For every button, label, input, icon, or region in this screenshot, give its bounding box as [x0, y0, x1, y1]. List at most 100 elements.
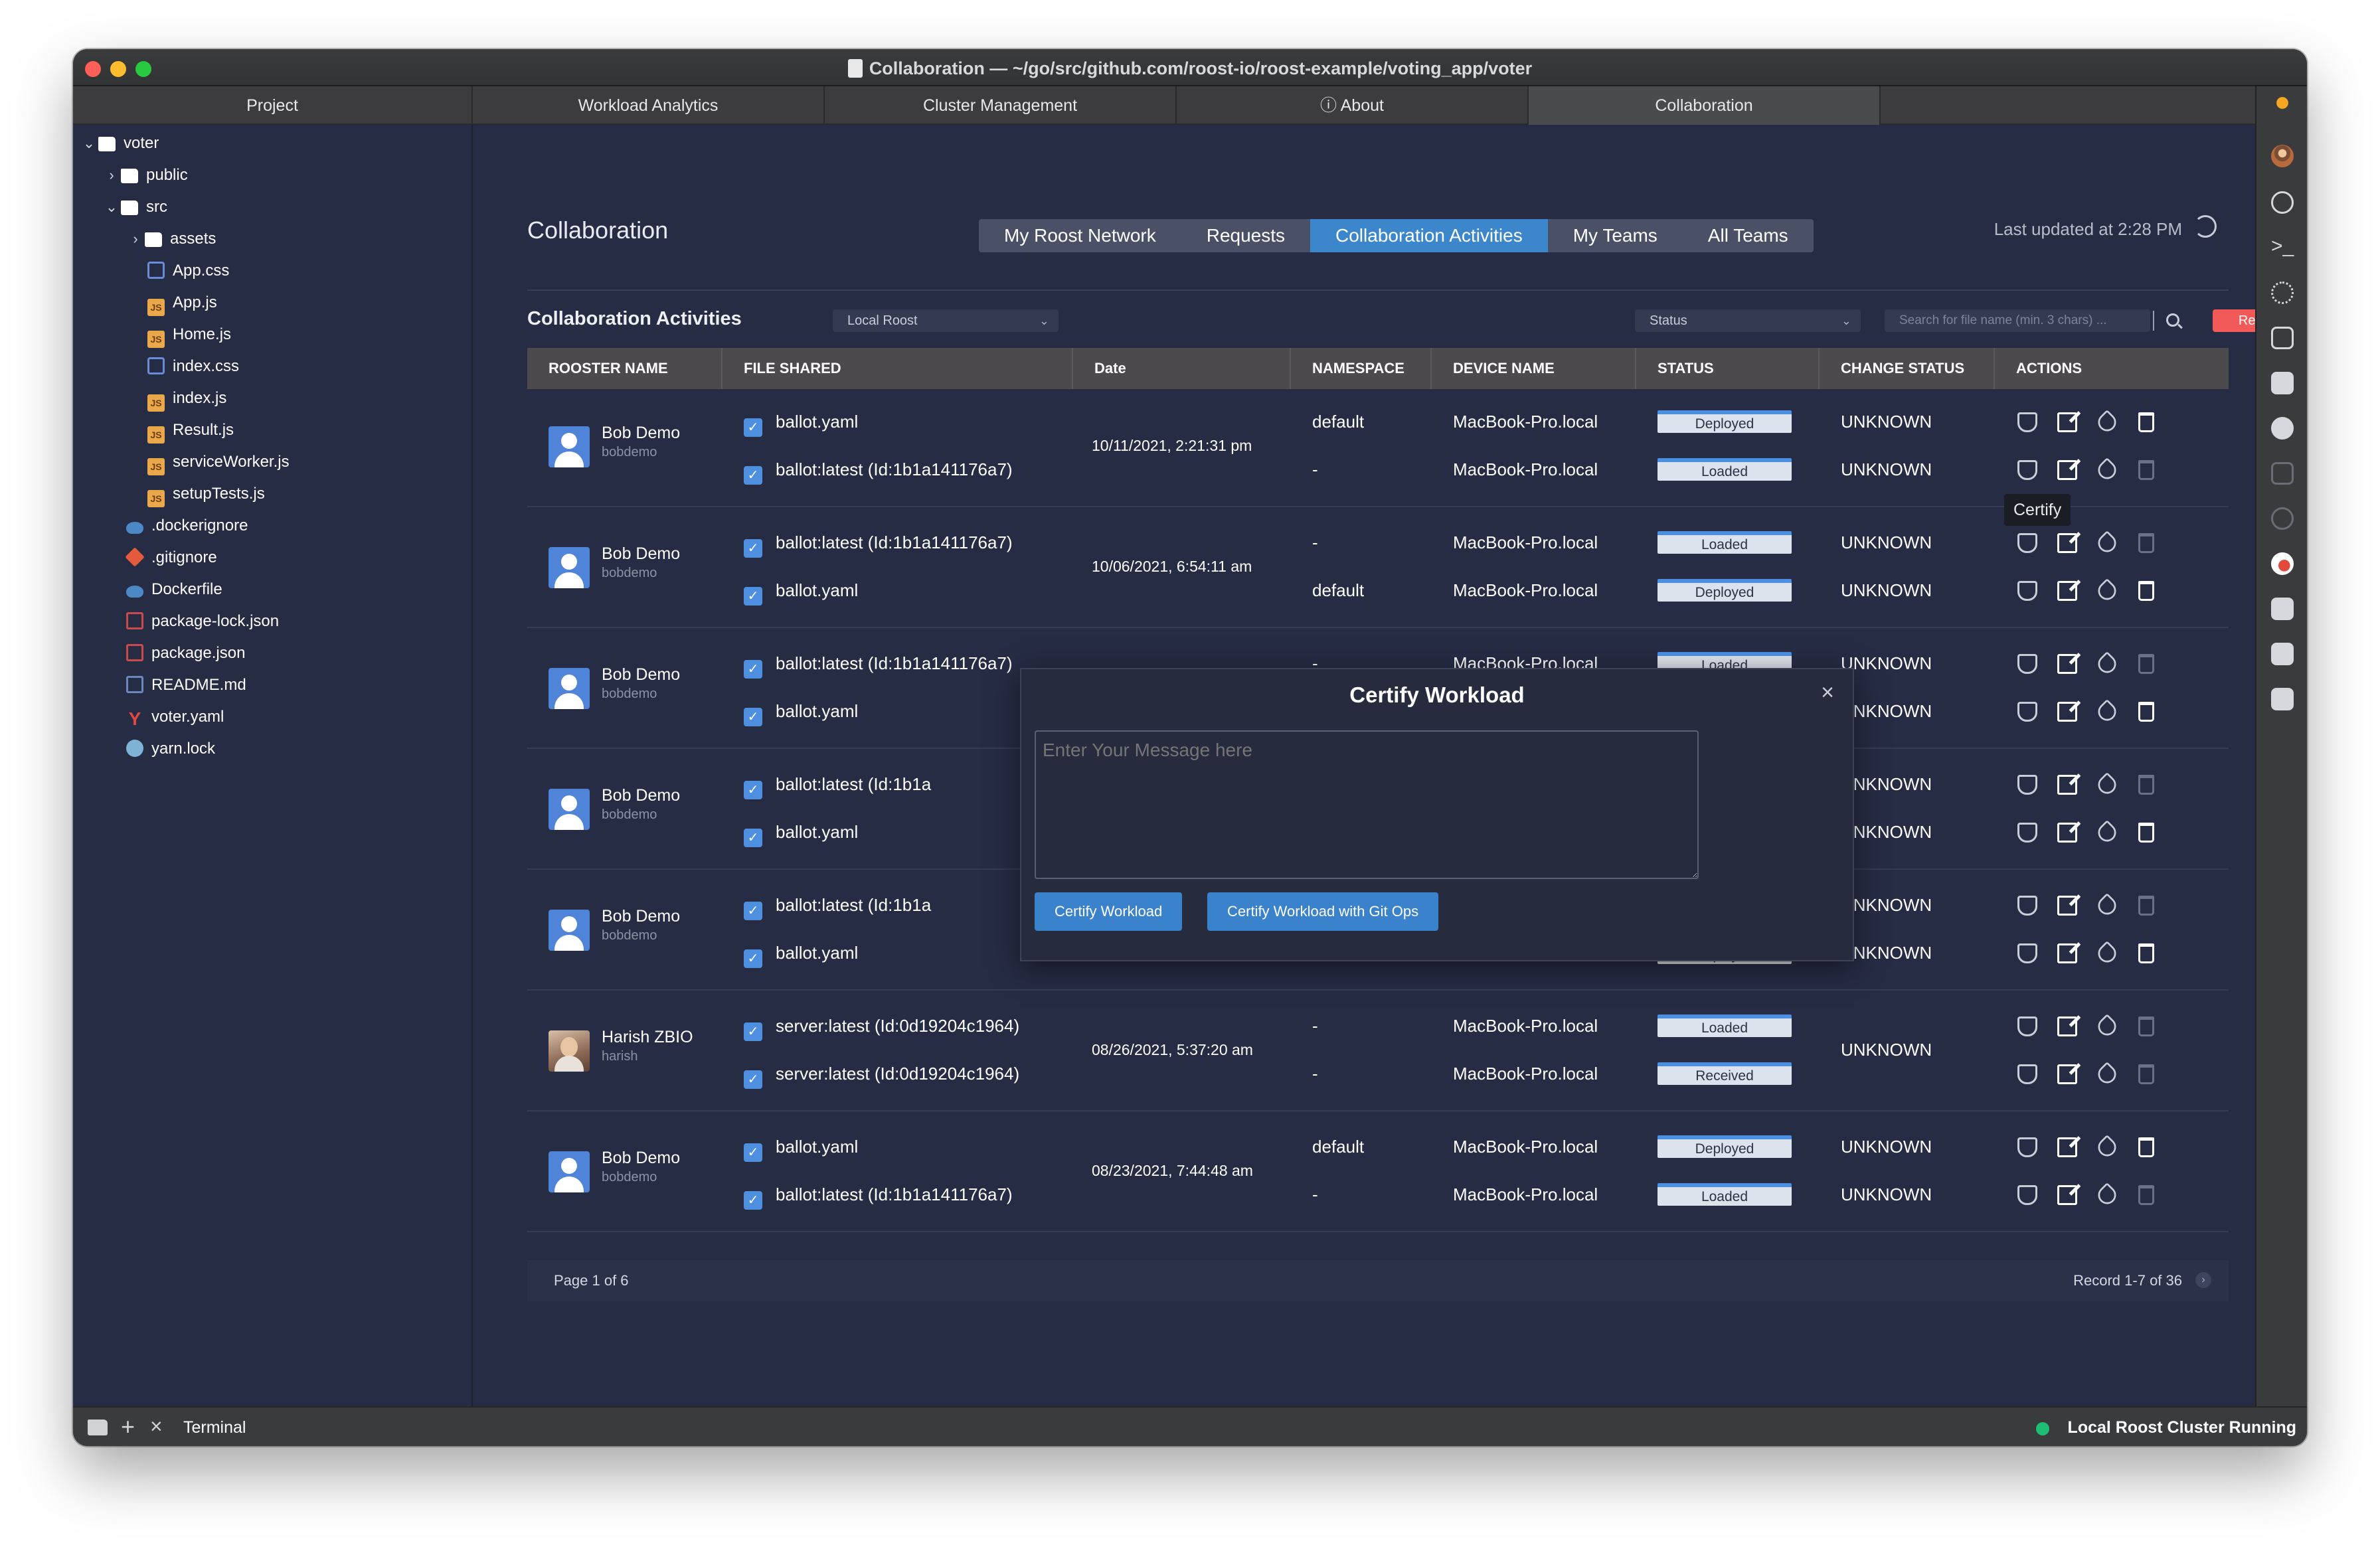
tab-collaboration[interactable]: Collaboration — [1529, 86, 1881, 125]
tree-item-voter[interactable]: ⌄ voter — [80, 130, 159, 157]
deploy-rocket-icon[interactable] — [2094, 892, 2120, 919]
edit-icon[interactable] — [2057, 896, 2077, 916]
delete-trash-icon[interactable] — [2138, 654, 2154, 674]
tree-item-serviceworker-js[interactable]: JS serviceWorker.js — [147, 449, 290, 475]
checkbox-icon[interactable]: ✓ — [744, 660, 762, 679]
tree-item-index-js[interactable]: JS index.js — [147, 385, 226, 412]
checkbox-icon[interactable]: ✓ — [744, 1070, 762, 1089]
tab-my-teams[interactable]: My Teams — [1548, 219, 1683, 252]
delete-trash-icon[interactable] — [2138, 412, 2154, 432]
delete-trash-icon[interactable] — [2138, 1185, 2154, 1205]
column-header[interactable]: NAMESPACE — [1291, 348, 1432, 389]
certify-shield-icon[interactable] — [2017, 702, 2037, 722]
deploy-rocket-icon[interactable] — [2094, 698, 2120, 725]
edit-icon[interactable] — [2057, 943, 2077, 963]
edit-icon[interactable] — [2057, 581, 2077, 601]
column-header[interactable]: STATUS — [1636, 348, 1820, 389]
checkbox-icon[interactable]: ✓ — [744, 708, 762, 726]
deploy-rocket-icon[interactable] — [2094, 1182, 2120, 1208]
certify-shield-icon[interactable] — [2017, 533, 2037, 553]
add-terminal-icon[interactable]: + — [121, 1413, 135, 1441]
tree-item-package-lock-json[interactable]: package-lock.json — [126, 608, 279, 635]
tree-item-src[interactable]: ⌄ src — [102, 194, 167, 220]
sync-icon[interactable] — [2271, 327, 2294, 349]
tab-my-roost-network[interactable]: My Roost Network — [979, 219, 1181, 252]
deploy-rocket-icon[interactable] — [2094, 940, 2120, 967]
certify-shield-icon[interactable] — [2017, 1064, 2037, 1084]
certify-shield-icon[interactable] — [2017, 1137, 2037, 1157]
edit-icon[interactable] — [2057, 823, 2077, 843]
stop-icon[interactable] — [2271, 191, 2294, 214]
checkbox-icon[interactable]: ✓ — [744, 1022, 762, 1041]
edit-icon[interactable] — [2057, 1137, 2077, 1157]
column-header[interactable]: ROOSTER NAME — [527, 348, 722, 389]
tree-item-app-css[interactable]: App.css — [147, 258, 229, 284]
terminal-label[interactable]: Terminal — [183, 1418, 246, 1437]
certify-shield-icon[interactable] — [2017, 1016, 2037, 1036]
chevron-right-icon[interactable]: › — [2195, 1272, 2211, 1288]
avatar[interactable] — [2271, 145, 2294, 167]
cloud-icon[interactable] — [2271, 462, 2294, 485]
network-icon[interactable] — [2271, 282, 2294, 304]
checkbox-icon[interactable]: ✓ — [744, 539, 762, 558]
settings-icon[interactable] — [2271, 417, 2294, 440]
certify-shield-icon[interactable] — [2017, 823, 2037, 843]
edit-icon[interactable] — [2057, 460, 2077, 480]
tree-item-yarn-lock[interactable]: yarn.lock — [126, 736, 215, 762]
tab-about[interactable]: ⓘ About — [1177, 86, 1529, 125]
checkbox-icon[interactable]: ✓ — [744, 418, 762, 437]
delete-trash-icon[interactable] — [2138, 460, 2154, 480]
tree-item-dockerignore[interactable]: .dockerignore — [126, 513, 248, 539]
deploy-rocket-icon[interactable] — [2094, 1134, 2120, 1161]
roost-logo-icon[interactable] — [2271, 92, 2294, 114]
tab-project[interactable]: Project — [73, 86, 473, 125]
document-icon[interactable] — [2271, 643, 2294, 665]
edit-icon[interactable] — [2057, 1064, 2077, 1084]
tree-item-app-js[interactable]: JS App.js — [147, 289, 217, 316]
chart-icon[interactable] — [2271, 372, 2294, 394]
certify-shield-icon[interactable] — [2017, 1185, 2037, 1205]
tab-requests[interactable]: Requests — [1181, 219, 1310, 252]
delete-trash-icon[interactable] — [2138, 1064, 2154, 1084]
close-icon[interactable]: × — [1821, 680, 1834, 706]
tab-all-teams[interactable]: All Teams — [1683, 219, 1814, 252]
checkbox-icon[interactable]: ✓ — [744, 1191, 762, 1210]
folder-icon[interactable] — [2271, 598, 2294, 620]
edit-icon[interactable] — [2057, 775, 2077, 795]
deploy-rocket-icon[interactable] — [2094, 409, 2120, 436]
column-header[interactable]: ACTIONS — [1995, 348, 2229, 389]
tree-item-dockerfile[interactable]: Dockerfile — [126, 576, 222, 603]
delete-trash-icon[interactable] — [2138, 823, 2154, 843]
deploy-rocket-icon[interactable] — [2094, 457, 2120, 483]
certify-shield-icon[interactable] — [2017, 943, 2037, 963]
tree-item-package-json[interactable]: package.json — [126, 640, 245, 667]
checkbox-icon[interactable]: ✓ — [744, 949, 762, 968]
tree-item-public[interactable]: › public — [102, 162, 187, 189]
tree-item-setuptests-js[interactable]: JS setupTests.js — [147, 481, 265, 507]
deploy-rocket-icon[interactable] — [2094, 819, 2120, 846]
certify-shield-icon[interactable] — [2017, 412, 2037, 432]
tree-item-gitignore[interactable]: .gitignore — [125, 544, 217, 571]
certify-shield-icon[interactable] — [2017, 460, 2037, 480]
tree-item-result-js[interactable]: JS Result.js — [147, 417, 234, 444]
folder-icon[interactable] — [88, 1420, 108, 1435]
edit-icon[interactable] — [2057, 1016, 2077, 1036]
certify-shield-icon[interactable] — [2017, 654, 2037, 674]
edit-icon[interactable] — [2057, 412, 2077, 432]
tab-collaboration-activities[interactable]: Collaboration Activities — [1310, 219, 1548, 252]
checkbox-icon[interactable]: ✓ — [744, 902, 762, 920]
tree-item-voter-yaml[interactable]: Yvoter.yaml — [126, 704, 224, 730]
deploy-rocket-icon[interactable] — [2094, 772, 2120, 798]
tree-item-index-css[interactable]: index.css — [147, 353, 239, 380]
clock-icon[interactable] — [2271, 552, 2294, 575]
deploy-rocket-icon[interactable] — [2094, 578, 2120, 604]
checkbox-icon[interactable]: ✓ — [744, 829, 762, 847]
column-header[interactable]: DEVICE NAME — [1432, 348, 1636, 389]
target-icon[interactable] — [2271, 507, 2294, 530]
tree-item-readme[interactable]: README.md — [126, 672, 246, 698]
delete-trash-icon[interactable] — [2138, 1016, 2154, 1036]
deploy-rocket-icon[interactable] — [2094, 651, 2120, 677]
checkbox-icon[interactable]: ✓ — [744, 1143, 762, 1162]
delete-trash-icon[interactable] — [2138, 896, 2154, 916]
tab-workload-analytics[interactable]: Workload Analytics — [473, 86, 825, 125]
